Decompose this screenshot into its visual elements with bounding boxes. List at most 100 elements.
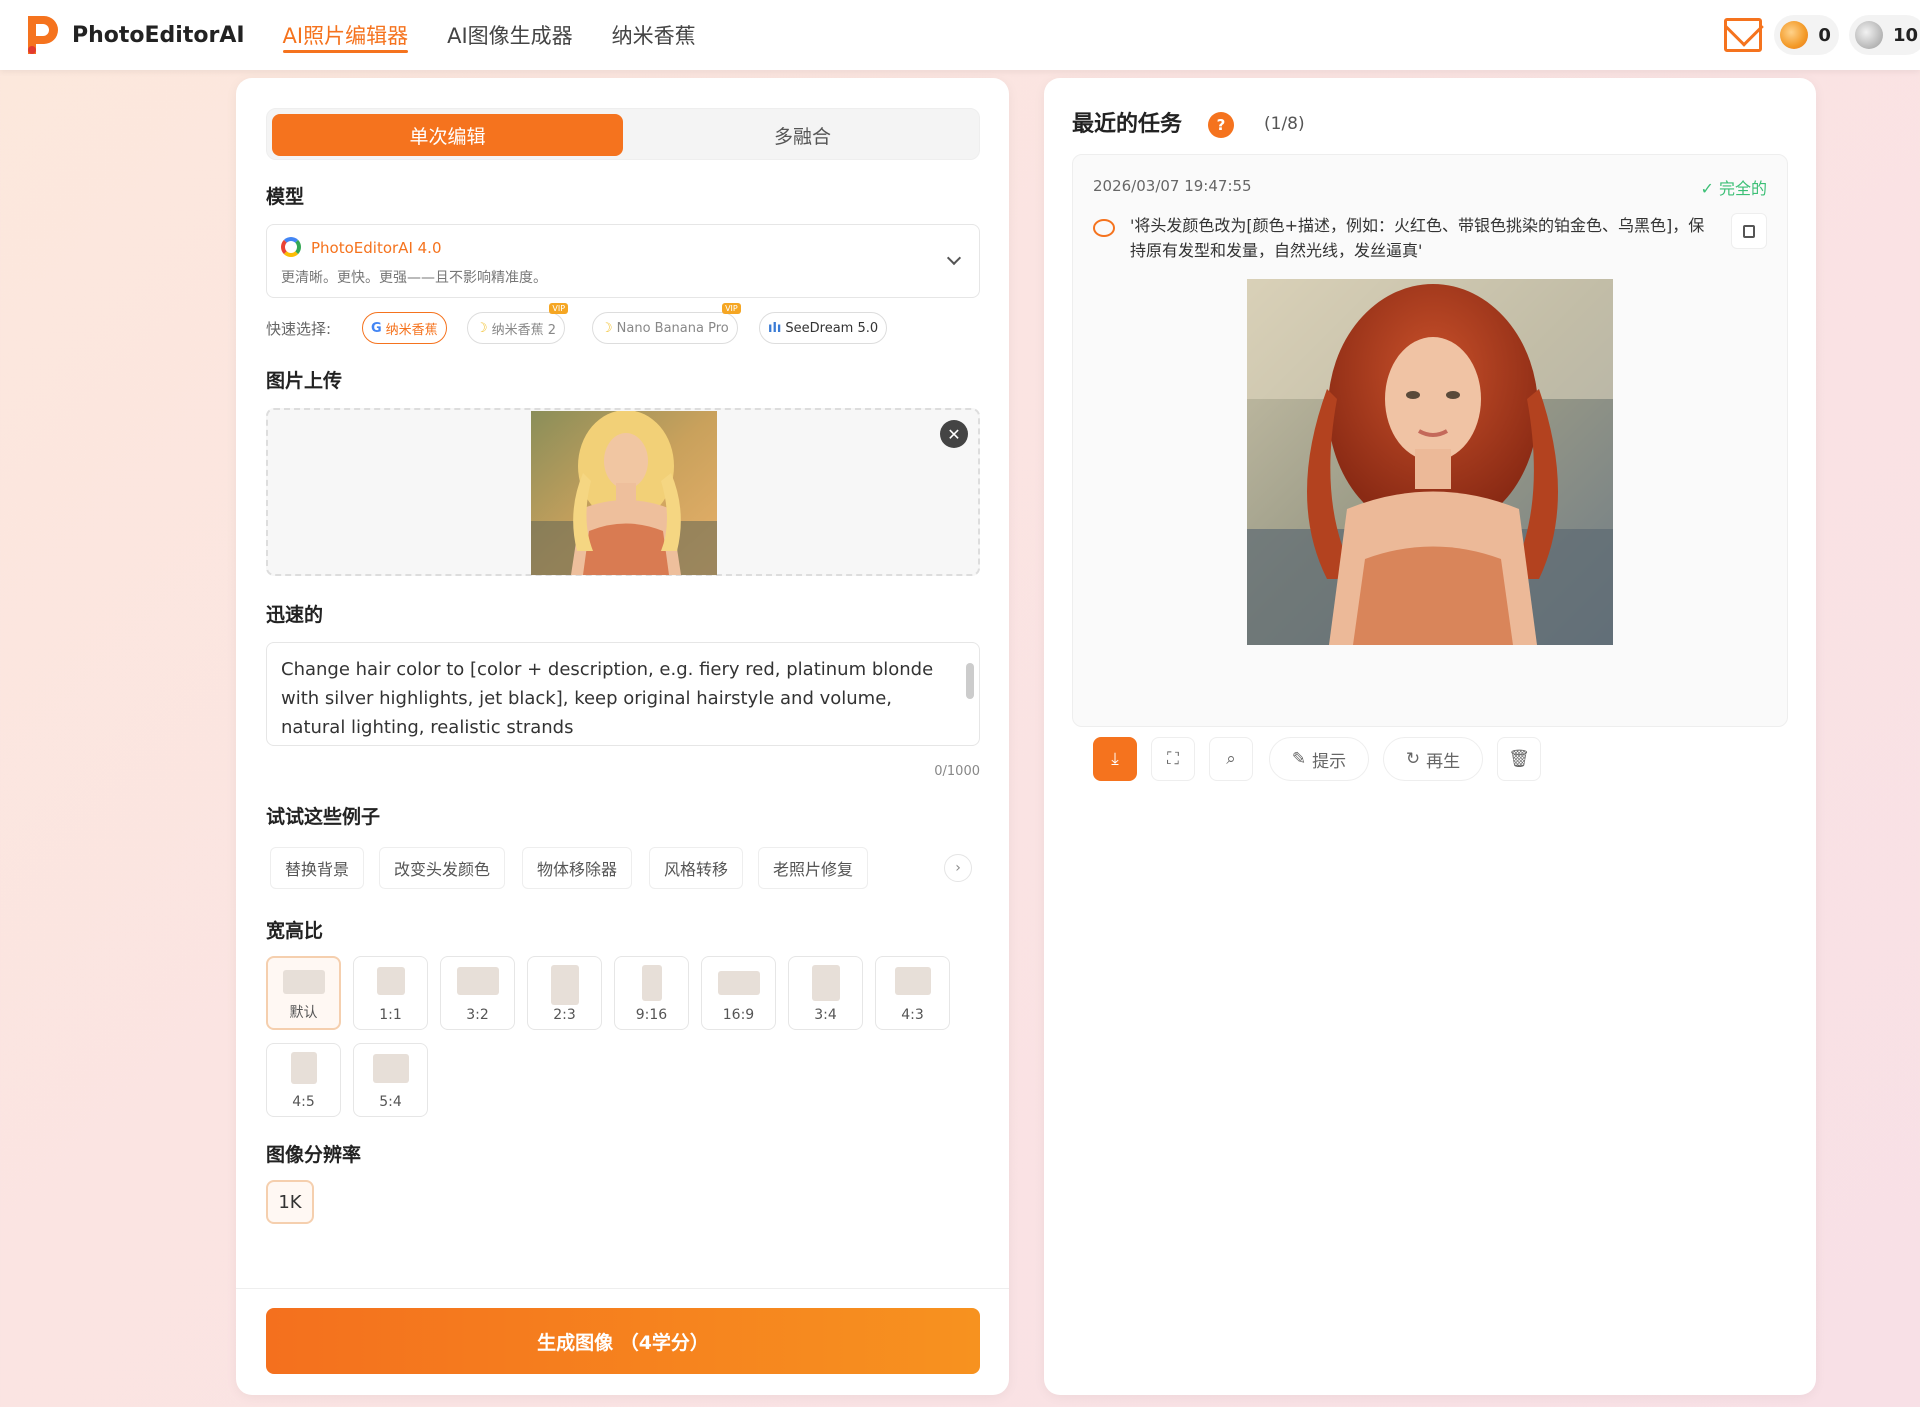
aspect-label: 3:2 [466,1007,489,1023]
vip-badge: VIP [722,303,741,314]
aspect-label: 默认 [289,1005,318,1021]
refresh-icon: ↻ [1405,749,1421,769]
image-upload-area[interactable]: ✕ [266,408,980,576]
quick-chip-seedream[interactable]: ılı SeeDream 5.0 [759,312,888,344]
task-card: 2026/03/07 19:47:55 ✓ 完全的 '将头发颜色改为[颜色+描述… [1072,154,1788,781]
resolution-1k[interactable]: 1K [266,1180,314,1224]
aspect-label: 5:4 [379,1094,402,1110]
task-timestamp: 2026/03/07 19:47:55 [1093,177,1252,195]
char-counter: 0/1000 [934,764,980,779]
zoom-icon: ⌕ [1226,749,1236,769]
prompt-button-label: 提示 [1312,751,1347,772]
upload-title: 图片上传 [266,370,343,392]
fullscreen-button[interactable]: ⛶ [1151,737,1195,781]
task-count: (1/8) [1264,114,1305,134]
chevron-down-icon [946,250,962,266]
quick-chip-nano-banana[interactable]: G 纳米香蕉 [362,312,447,344]
model-description: 更清晰。更快。更强——且不影响精准度。 [281,270,547,286]
help-icon[interactable]: ? [1208,112,1234,138]
chip-label: 纳米香蕉 2 [491,322,557,338]
aspect-16-9[interactable]: 16:9 [701,956,776,1030]
tab-single-edit[interactable]: 单次编辑 [272,114,623,156]
nav-nano-banana[interactable]: 纳米香蕉 [612,0,696,70]
editor-panel: 单次编辑 多融合 模型 PhotoEditorAI 4.0 更清晰。更快。更强—… [236,78,1009,1395]
aspect-label: 9:16 [635,1007,668,1023]
aspect-9-16[interactable]: 9:16 [614,956,689,1030]
fullscreen-icon: ⛶ [1167,749,1179,769]
aspect-label: 4:3 [901,1007,924,1023]
status-badge: ✓ 完全的 [1700,179,1768,198]
aspect-4-3[interactable]: 4:3 [875,956,950,1030]
logo[interactable]: PhotoEditorAI [24,14,245,56]
prompt-text: Change hair color to [color + descriptio… [281,659,934,738]
example-object-remover[interactable]: 物体移除器 [522,847,633,889]
prompt-button[interactable]: ✎ 提示 [1269,737,1369,781]
uploaded-image [531,411,717,575]
divider [236,1288,1009,1289]
banana-icon: ☽ [601,320,613,336]
example-style-transfer[interactable]: 风格转移 [649,847,744,889]
tasks-title: 最近的任务 [1072,112,1183,137]
vip-badge: VIP [549,303,569,314]
quick-select-label: 快速选择: [266,320,332,338]
examples-next-button[interactable]: › [944,854,972,882]
trash-icon: 🗑 [1508,749,1530,769]
aspect-label: 1:1 [379,1007,402,1023]
top-bar: PhotoEditorAI AI照片编辑器 AI图像生成器 纳米香蕉 0 10 [0,0,1920,70]
aspect-label: 2:3 [553,1007,576,1023]
example-replace-background[interactable]: 替换背景 [270,847,365,889]
comment-icon [1093,219,1115,237]
chip-label: 纳米香蕉 [385,322,438,338]
aspect-4-5[interactable]: 4:5 [266,1043,341,1117]
edit-icon: ✎ [1291,749,1307,769]
brand-name: PhotoEditorAI [72,22,245,48]
result-image[interactable] [1247,279,1613,645]
nav-photo-editor[interactable]: AI照片编辑器 [282,0,408,70]
gold-coin-icon [1780,21,1809,49]
prompt-title: 迅速的 [266,604,324,626]
aspect-1-1[interactable]: 1:1 [353,956,428,1030]
aspect-2-3[interactable]: 2:3 [527,956,602,1030]
mail-icon[interactable] [1724,18,1763,52]
generate-button[interactable]: 生成图像 （4学分） [266,1308,980,1374]
nav-image-generator[interactable]: AI图像生成器 [447,0,573,70]
aspect-3-4[interactable]: 3:4 [788,956,863,1030]
example-change-hair-color[interactable]: 改变头发颜色 [379,847,506,889]
regenerate-button-label: 再生 [1426,751,1461,772]
copy-button[interactable] [1731,213,1767,249]
delete-button[interactable]: 🗑 [1497,737,1541,781]
mode-switch: 单次编辑 多融合 [266,108,980,160]
model-select[interactable]: PhotoEditorAI 4.0 更清晰。更快。更强——且不影响精准度。 [266,224,980,298]
aspect-5-4[interactable]: 5:4 [353,1043,428,1117]
zoom-button[interactable]: ⌕ [1209,737,1253,781]
quick-chip-nano-banana-2[interactable]: ☽ 纳米香蕉 2 VIP [467,303,569,344]
aspect-ratio-title: 宽高比 [266,920,324,942]
aspect-3-2[interactable]: 3:2 [440,956,515,1030]
tab-multi-fusion[interactable]: 多融合 [627,114,978,156]
prompt-input[interactable]: Change hair color to [color + descriptio… [266,642,980,746]
prompt-scrollbar[interactable] [965,649,975,739]
model-name: PhotoEditorAI 4.0 [311,239,442,257]
quick-chip-nano-banana-pro[interactable]: ☽ Nano Banana Pro VIP [592,303,741,344]
account-area: 0 10 [1724,0,1920,70]
model-title: 模型 [266,186,305,208]
gold-credit-badge[interactable]: 0 [1774,15,1839,55]
resolution-title: 图像分辨率 [266,1144,362,1166]
silver-credit-badge[interactable]: 10 [1848,15,1920,55]
remove-image-button[interactable]: ✕ [940,420,968,448]
example-old-photo-restore[interactable]: 老照片修复 [758,847,869,889]
download-button[interactable]: ⤓ [1093,737,1137,781]
task-prompt: '将头发颜色改为[颜色+描述，例如：火红色、带银色挑染的铂金色、乌黑色]，保持原… [1130,216,1705,260]
silver-coin-icon [1854,21,1883,49]
seedream-icon: ılı [768,320,782,336]
main-nav: AI照片编辑器 AI图像生成器 纳米香蕉 [282,0,735,70]
aspect-label: 4:5 [292,1094,315,1110]
chip-label: Nano Banana Pro [616,320,729,336]
aspect-label: 3:4 [814,1007,837,1023]
aspect-default[interactable]: 默认 [266,956,341,1030]
examples-title: 试试这些例子 [266,806,381,828]
chip-label: SeeDream 5.0 [785,320,879,336]
gold-credit-value: 0 [1818,24,1831,46]
regenerate-button[interactable]: ↻ 再生 [1383,737,1483,781]
copy-icon [1743,224,1755,238]
